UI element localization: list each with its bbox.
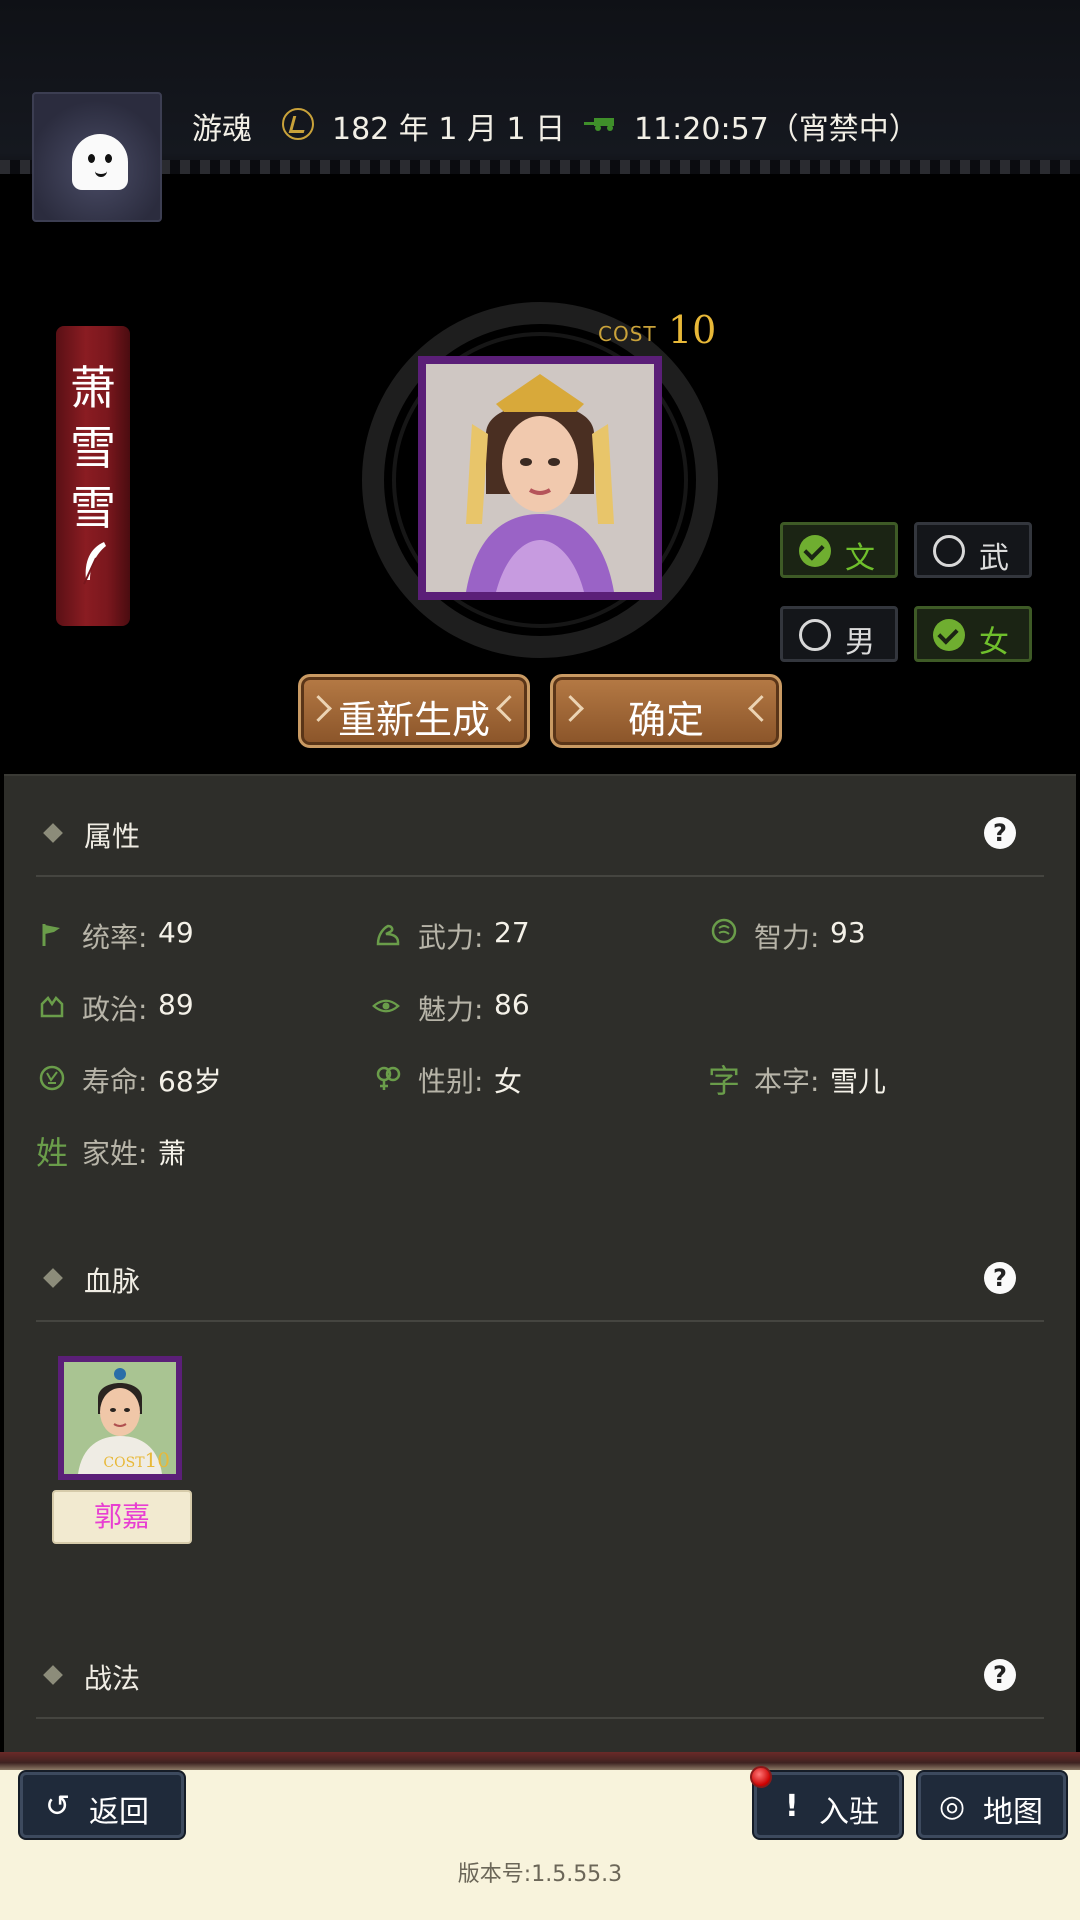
ghost-icon xyxy=(72,134,128,190)
game-date: 182 年 1 月 1 日 xyxy=(332,112,566,147)
map-button[interactable]: ◎ 地图 xyxy=(918,1772,1066,1838)
attributes-help-icon[interactable]: ? xyxy=(984,817,1016,849)
attr-value-charisma: 86 xyxy=(494,988,530,1021)
carriage-icon xyxy=(584,118,614,131)
bottom-bar-rim xyxy=(0,1752,1080,1770)
arm-icon xyxy=(376,924,400,946)
attr-label-command: 统率: xyxy=(82,921,148,954)
attr-value-intelligence: 93 xyxy=(830,916,866,949)
header-edge-decoration xyxy=(0,160,1080,174)
attr-label-gender: 性别: xyxy=(418,1065,484,1098)
player-name: 游魂 xyxy=(192,112,252,147)
attr-value-command: 49 xyxy=(158,916,194,949)
child-name-tag[interactable]: 郭嘉 xyxy=(52,1490,192,1544)
surname-icon: 姓 xyxy=(36,1134,69,1172)
radio-empty-icon xyxy=(799,619,831,651)
character-portrait[interactable] xyxy=(418,356,662,600)
notification-dot xyxy=(750,1766,772,1788)
name-char-3: 雪 xyxy=(70,481,116,535)
back-arrow-icon: ↺ xyxy=(45,1789,71,1824)
check-icon xyxy=(799,535,831,567)
exclamation-icon: ! xyxy=(785,1789,799,1824)
child-cost: COST10 xyxy=(103,1448,170,1472)
tactics-help-icon[interactable]: ? xyxy=(984,1659,1016,1691)
brain-icon xyxy=(711,918,737,944)
attr-label-politics: 政治: xyxy=(82,993,148,1026)
game-time: 11:20:57（宵禁中） xyxy=(634,112,919,147)
radio-empty-icon xyxy=(933,535,965,567)
attr-value-courtesy-name: 雪儿 xyxy=(830,1065,887,1098)
player-avatar[interactable] xyxy=(32,92,162,222)
attr-value-force: 27 xyxy=(494,916,530,949)
character-name-banner: 萧 雪 雪 xyxy=(56,326,130,626)
attr-label-intelligence: 智力: xyxy=(754,921,820,954)
regenerate-button[interactable]: 重新生成 xyxy=(298,674,530,748)
attr-value-gender: 女 xyxy=(494,1065,523,1098)
courtesy-name-icon: 字 xyxy=(708,1062,741,1100)
eye-icon xyxy=(372,999,400,1013)
check-icon xyxy=(933,619,965,651)
attr-label-force: 武力: xyxy=(418,921,484,954)
name-char-2: 雪 xyxy=(70,421,116,475)
divider xyxy=(36,1717,1044,1719)
bloodline-help-icon[interactable]: ? xyxy=(984,1262,1016,1294)
attr-label-lifespan: 寿命: xyxy=(82,1065,148,1098)
option-wu[interactable]: 武 xyxy=(914,522,1032,578)
attr-label-courtesy-name: 本字: xyxy=(754,1065,820,1098)
portrait-illustration xyxy=(426,364,654,592)
bloodline-child-card[interactable]: COST10 xyxy=(58,1356,182,1480)
option-female[interactable]: 女 xyxy=(914,606,1032,662)
clock-icon xyxy=(282,108,314,140)
version-label: 版本号:1.5.55.3 xyxy=(457,1862,623,1887)
gender-icon xyxy=(376,1066,401,1090)
politics-icon xyxy=(40,996,64,1018)
station-button[interactable]: ! 入驻 xyxy=(754,1772,902,1838)
option-wen[interactable]: 文 xyxy=(780,522,898,578)
attr-label-surname: 家姓: xyxy=(82,1137,148,1170)
name-char-1: 萧 xyxy=(70,361,116,415)
cost-label: COST xyxy=(598,322,657,346)
cost-value: 10 xyxy=(668,308,717,352)
flag-icon xyxy=(42,924,60,946)
bloodline-title: 血脉 xyxy=(84,1265,141,1298)
tactics-title: 战法 xyxy=(84,1662,141,1695)
attr-value-surname: 萧 xyxy=(158,1137,187,1170)
globe-icon: ◎ xyxy=(939,1789,966,1824)
feather-icon xyxy=(83,542,106,585)
divider xyxy=(36,875,1044,877)
back-button[interactable]: ↺ 返回 xyxy=(20,1772,184,1838)
lifespan-icon xyxy=(39,1065,65,1091)
option-male[interactable]: 男 xyxy=(780,606,898,662)
divider xyxy=(36,1320,1044,1322)
attr-label-charisma: 魅力: xyxy=(418,993,484,1026)
attr-value-lifespan: 68岁 xyxy=(158,1065,222,1098)
confirm-button[interactable]: 确定 xyxy=(550,674,782,748)
attr-value-politics: 89 xyxy=(158,988,194,1021)
attributes-title: 属性 xyxy=(84,820,141,853)
